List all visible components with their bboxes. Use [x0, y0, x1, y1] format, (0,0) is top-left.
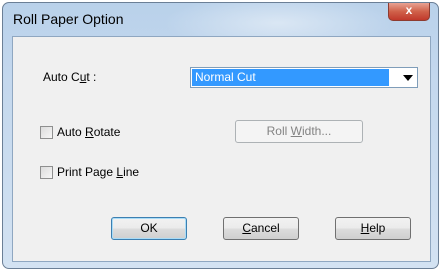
print-page-line-label[interactable]: Print Page Line — [57, 165, 139, 179]
roll-width-button[interactable]: Roll Width... — [235, 120, 363, 143]
dialog-client-area: Auto Cut : Normal Cut Auto Rotate Roll W… — [12, 36, 431, 262]
dialog-window: Roll Paper Option x Auto Cut : Normal Cu… — [2, 2, 439, 269]
auto-rotate-label[interactable]: Auto Rotate — [57, 125, 120, 139]
ok-button[interactable]: OK — [111, 217, 187, 240]
auto-cut-dropdown[interactable]: Normal Cut — [190, 67, 418, 88]
window-title: Roll Paper Option — [13, 11, 124, 27]
auto-cut-selected-value: Normal Cut — [192, 69, 389, 86]
help-button[interactable]: Help — [335, 217, 411, 240]
close-button[interactable]: x — [388, 3, 430, 21]
auto-cut-label: Auto Cut : — [43, 70, 97, 84]
close-icon: x — [405, 3, 413, 17]
print-page-line-checkbox[interactable] — [40, 166, 53, 179]
auto-rotate-checkbox[interactable] — [40, 126, 53, 139]
chevron-down-icon[interactable] — [403, 75, 413, 81]
cancel-button[interactable]: Cancel — [223, 217, 299, 240]
